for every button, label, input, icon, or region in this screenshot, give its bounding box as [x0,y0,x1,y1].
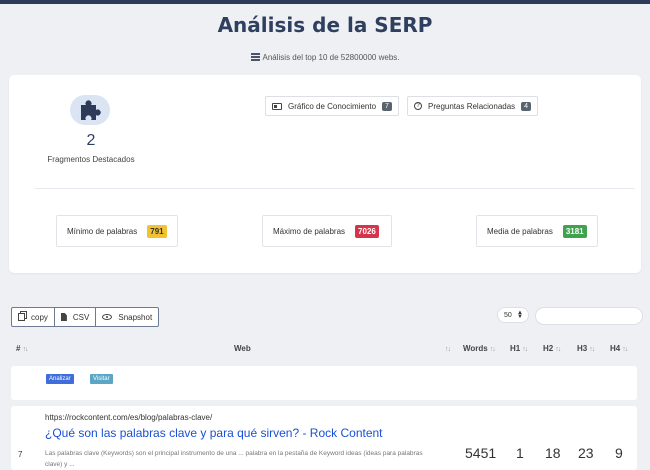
sort-arrows-icon: ▲ ▼ [517,310,523,320]
column-header-h4[interactable]: H4 ↑↓ [610,344,628,353]
page-subtitle: Análisis del top 10 de 52800000 webs. [0,53,650,62]
csv-label: CSV [72,312,90,322]
top-accent-bar [0,0,650,4]
result-h1: 1 [516,445,524,461]
header-words-label: Words [463,344,488,353]
question-icon: ? [414,102,422,110]
column-header-h3[interactable]: H3 ↑↓ [577,344,595,353]
header-h3-label: H3 [577,344,588,353]
sort-icon: ↑↓ [445,346,451,353]
sort-icon: ↑↓ [555,346,561,353]
puzzle-icon [70,95,110,125]
page-title: Análisis de la SERP [217,13,433,37]
table-row: https://rockcontent.com/es/blog/palabras… [11,406,637,470]
column-header-number[interactable]: # ↑↓ [16,344,28,353]
knowledge-graph-badge: 7 [382,101,392,111]
summary-card: 2 Fragmentos Destacados Gráfico de Conoc… [9,75,641,273]
snapshot-button[interactable]: Snapshot [95,308,158,326]
header-h1-label: H1 [510,344,521,353]
csv-button[interactable]: CSV [53,308,95,326]
result-h2: 18 [545,445,561,461]
related-questions-button[interactable]: ? Preguntas Relacionadas 4 [407,96,539,116]
sort-icon: ↑↓ [522,346,528,353]
page-size-select[interactable]: 50 ▲ ▼ [497,307,529,323]
max-words-label: Máximo de palabras [273,226,346,236]
result-h3: 23 [578,445,594,461]
knowledge-graph-label: Gráfico de Conocimiento [288,101,377,111]
result-url: https://rockcontent.com/es/blog/palabras… [45,413,213,422]
subtitle-text: Análisis del top 10 de 52800000 webs. [262,53,400,62]
related-questions-label: Preguntas Relacionadas [428,101,516,111]
id-card-icon [272,102,282,110]
result-h4: 9 [615,445,623,461]
table-search-input[interactable] [535,307,643,325]
min-words-stat: Mínimo de palabras 791 [56,215,178,247]
table-row: Analizar Visitar [11,366,637,400]
page-size-value: 50 [504,311,512,319]
sort-icon: ↑↓ [22,346,28,353]
column-header-words[interactable]: Words ↑↓ [463,344,496,353]
featured-snippets-label: Fragmentos Destacados [47,155,135,164]
column-header-h2[interactable]: H2 ↑↓ [543,344,561,353]
avg-words-label: Media de palabras [487,226,553,236]
featured-snippets-count: 2 [86,132,96,149]
sort-icon: ↑↓ [622,346,628,353]
avg-words-stat: Media de palabras 3181 [476,215,598,247]
copy-icon [18,313,25,321]
column-header-h1[interactable]: H1 ↑↓ [510,344,528,353]
result-words: 5451 [465,445,497,461]
min-words-label: Mínimo de palabras [67,226,138,236]
snapshot-label: Snapshot [118,312,153,322]
copy-label: copy [31,312,48,322]
avg-words-value: 3181 [562,224,587,238]
max-words-value: 7026 [355,224,379,238]
min-words-value: 791 [147,224,167,238]
column-header-web-sort[interactable]: ↑↓ [443,344,451,353]
knowledge-graph-button[interactable]: Gráfico de Conocimiento 7 [265,96,399,116]
eye-icon [102,314,113,320]
result-rank: 7 [18,450,23,459]
file-icon [60,313,67,321]
header-h4-label: H4 [610,344,621,353]
header-h2-label: H2 [543,344,554,353]
analyze-button[interactable]: Analizar [46,374,74,384]
header-web-label: Web [234,344,251,353]
related-questions-badge: 4 [521,101,532,111]
export-button-group: copy CSV Snapshot [11,307,160,327]
list-icon [250,53,260,61]
result-description: Las palabras clave (Keywords) son el pri… [45,450,423,468]
column-header-web[interactable]: Web [234,344,251,353]
sort-icon: ↑↓ [589,346,595,353]
divider [35,188,635,189]
visit-button[interactable]: Visitar [90,374,113,384]
puzzle-icon-glyph [81,100,101,120]
sort-icon: ↑↓ [489,346,496,353]
header-number-label: # [16,344,21,353]
max-words-stat: Máximo de palabras 7026 [262,215,392,247]
copy-button[interactable]: copy [12,308,54,326]
result-title-link[interactable]: ¿Qué son las palabras clave y para qué s… [45,426,383,440]
